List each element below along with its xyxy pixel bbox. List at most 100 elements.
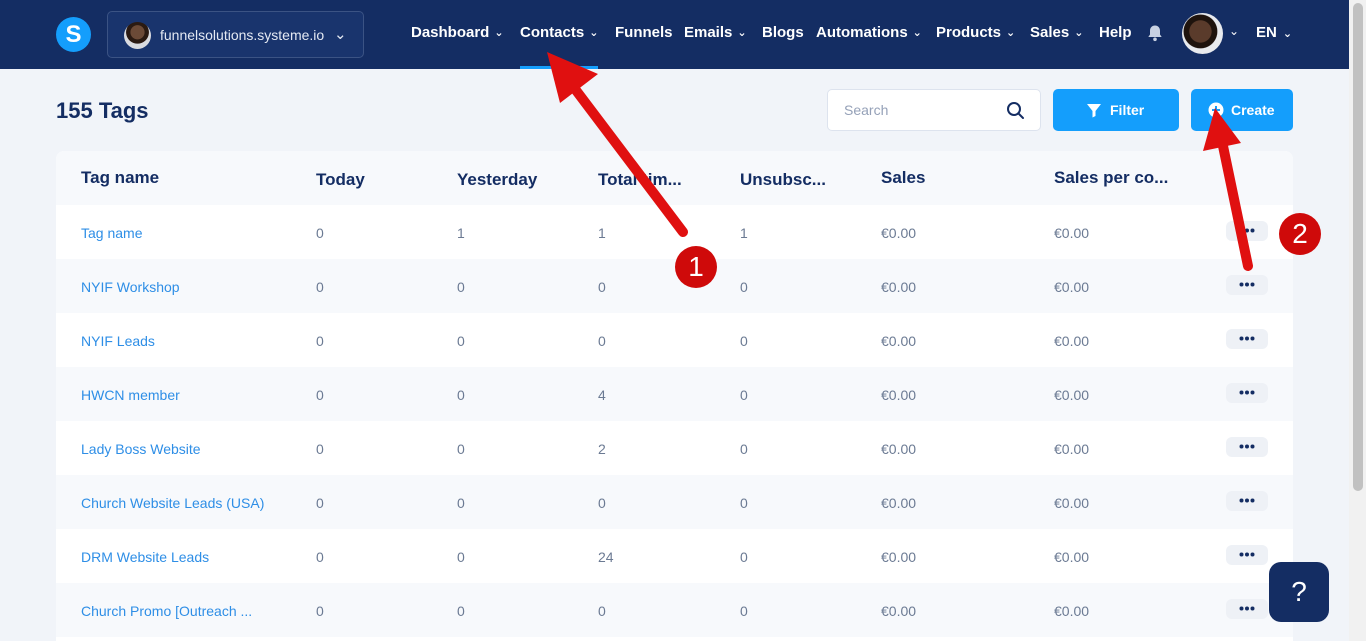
sales-per-contact: €0.00 <box>1054 495 1090 511</box>
tag-name-link[interactable]: NYIF Workshop <box>81 279 276 295</box>
yesterday-count: 1 <box>457 225 465 241</box>
filter-label: Filter <box>1110 102 1145 118</box>
total-count: 0 <box>598 603 606 619</box>
workspace-name: funnelsolutions.systeme.io <box>160 27 325 43</box>
column-header[interactable]: Unsubsc... <box>740 170 826 190</box>
nav-automations[interactable]: Automations ⌄ <box>816 24 922 41</box>
tag-name-link[interactable]: Church Website Leads (USA) <box>81 495 276 511</box>
unsubscribed-count: 0 <box>740 279 748 295</box>
tag-name-link[interactable]: DRM Website Leads <box>81 549 276 565</box>
help-chat-button[interactable]: ? <box>1269 562 1329 622</box>
plus-circle-icon <box>1208 102 1224 118</box>
row-actions-button[interactable] <box>1226 599 1268 619</box>
create-label: Create <box>1231 102 1275 118</box>
sales-value: €0.00 <box>881 333 917 349</box>
more-horizontal-icon <box>1239 552 1255 557</box>
chevron-down-icon: ⌄ <box>737 27 747 39</box>
user-avatar[interactable] <box>1182 13 1223 54</box>
today-count: 0 <box>316 225 324 241</box>
today-count: 0 <box>316 495 324 511</box>
today-count: 0 <box>316 333 324 349</box>
nav-help[interactable]: Help <box>1099 24 1132 41</box>
table-row: HWCN member 0 0 4 0 €0.00 €0.00 <box>56 367 1293 421</box>
total-count: 0 <box>598 279 606 295</box>
chevron-down-icon: ⌄ <box>334 26 347 43</box>
row-actions-button[interactable] <box>1226 545 1268 565</box>
table-row: Lady Boss Website 0 0 2 0 €0.00 €0.00 <box>56 421 1293 475</box>
chevron-down-icon: ⌄ <box>1006 27 1016 39</box>
nav-dashboard[interactable]: Dashboard ⌄ <box>411 24 504 41</box>
column-header[interactable]: Yesterday <box>457 170 537 190</box>
nav-active-indicator <box>520 66 598 69</box>
yesterday-count: 0 <box>457 441 465 457</box>
column-header[interactable]: Today <box>316 170 365 190</box>
create-button[interactable]: Create <box>1191 89 1293 131</box>
nav-label: Blogs <box>762 24 804 41</box>
tag-name-link[interactable]: Tag name <box>81 225 276 241</box>
sales-per-contact: €0.00 <box>1054 333 1090 349</box>
filter-icon <box>1087 104 1101 118</box>
search-icon[interactable] <box>1006 101 1025 120</box>
yesterday-count: 0 <box>457 603 465 619</box>
row-actions-button[interactable] <box>1226 221 1268 241</box>
nav-blogs[interactable]: Blogs <box>762 24 804 41</box>
nav-funnels[interactable]: Funnels <box>615 24 673 41</box>
yesterday-count: 0 <box>457 495 465 511</box>
nav-contacts[interactable]: Contacts ⌄ <box>520 24 598 41</box>
row-actions-button[interactable] <box>1226 329 1268 349</box>
today-count: 0 <box>316 549 324 565</box>
top-navigation-bar: S funnelsolutions.systeme.io ⌄ Dashboard… <box>0 0 1366 69</box>
row-actions-button[interactable] <box>1226 383 1268 403</box>
tag-name-link[interactable]: Lady Boss Website <box>81 441 276 457</box>
tag-name-link[interactable]: Church Promo [Outreach ... <box>81 603 276 619</box>
search-input[interactable] <box>844 102 994 118</box>
sales-per-contact: €0.00 <box>1054 225 1090 241</box>
table-header: Tag name Today Yesterday Total tim... Un… <box>56 151 1293 205</box>
nav-label: Automations <box>816 24 908 41</box>
sales-value: €0.00 <box>881 441 917 457</box>
search-box[interactable] <box>827 89 1041 131</box>
today-count: 0 <box>316 279 324 295</box>
scrollbar-thumb[interactable] <box>1353 3 1363 491</box>
row-actions-button[interactable] <box>1226 491 1268 511</box>
more-horizontal-icon <box>1239 606 1255 611</box>
systeme-logo[interactable]: S <box>56 17 91 52</box>
tag-name-link[interactable]: HWCN member <box>81 387 276 403</box>
yesterday-count: 0 <box>457 387 465 403</box>
sales-value: €0.00 <box>881 495 917 511</box>
filter-button[interactable]: Filter <box>1053 89 1179 131</box>
nav-emails[interactable]: Emails ⌄ <box>684 24 747 41</box>
sales-value: €0.00 <box>881 549 917 565</box>
yesterday-count: 0 <box>457 549 465 565</box>
bell-icon[interactable] <box>1146 24 1164 42</box>
unsubscribed-count: 0 <box>740 549 748 565</box>
row-actions-button[interactable] <box>1226 437 1268 457</box>
annotation-badge-1: 1 <box>675 246 717 288</box>
column-header[interactable]: Sales per co... <box>1054 168 1168 188</box>
language-selector[interactable]: EN ⌄ <box>1256 24 1292 41</box>
today-count: 0 <box>316 441 324 457</box>
nav-products[interactable]: Products ⌄ <box>936 24 1015 41</box>
unsubscribed-count: 1 <box>740 225 748 241</box>
tag-name-link[interactable]: NYIF Leads <box>81 333 276 349</box>
column-header[interactable]: Sales <box>881 168 925 188</box>
yesterday-count: 0 <box>457 333 465 349</box>
unsubscribed-count: 0 <box>740 387 748 403</box>
chevron-down-icon[interactable]: ⌄ <box>1229 24 1239 38</box>
more-horizontal-icon <box>1239 228 1255 233</box>
nav-label: Products <box>936 24 1002 41</box>
workspace-selector[interactable]: funnelsolutions.systeme.io ⌄ <box>107 11 364 58</box>
nav-label: Funnels <box>615 24 673 41</box>
nav-sales[interactable]: Sales ⌄ <box>1030 24 1083 41</box>
chevron-down-icon: ⌄ <box>1282 28 1293 40</box>
nav-label: Dashboard <box>411 24 490 41</box>
total-count: 0 <box>598 333 606 349</box>
row-actions-button[interactable] <box>1226 275 1268 295</box>
column-header[interactable]: Tag name <box>81 168 159 188</box>
more-horizontal-icon <box>1239 336 1255 341</box>
yesterday-count: 0 <box>457 279 465 295</box>
total-count: 1 <box>598 225 606 241</box>
nav-label: Sales <box>1030 24 1070 41</box>
unsubscribed-count: 0 <box>740 603 748 619</box>
column-header[interactable]: Total tim... <box>598 170 682 190</box>
